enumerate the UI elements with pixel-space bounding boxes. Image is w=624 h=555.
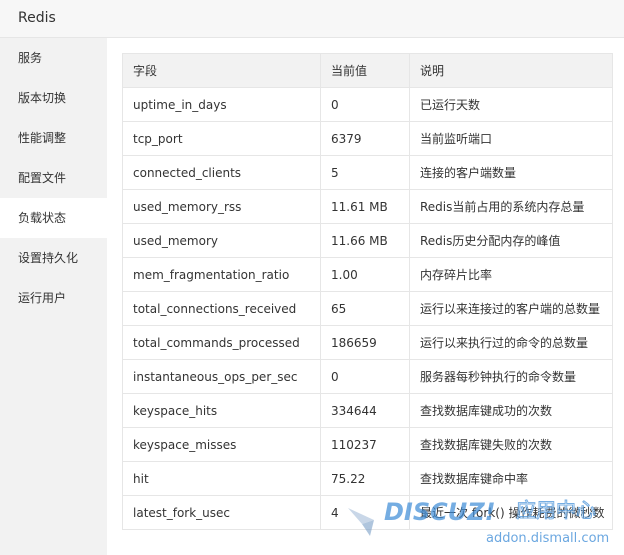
sidebar-item-service[interactable]: 服务 xyxy=(0,38,107,78)
window-titlebar: Redis xyxy=(0,0,624,38)
cell-field: uptime_in_days xyxy=(122,87,321,122)
cell-value: 334644 xyxy=(320,393,410,428)
cell-description: 最近一次 fork() 操作耗费的微秒数 xyxy=(409,495,613,530)
cell-value: 11.66 MB xyxy=(320,223,410,258)
table-row: used_memory 11.66 MB Redis历史分配内存的峰值 xyxy=(122,223,613,258)
cell-value: 5 xyxy=(320,155,410,190)
cell-field: instantaneous_ops_per_sec xyxy=(122,359,321,394)
table-row: total_commands_processed 186659 运行以来执行过的命令… xyxy=(122,325,613,360)
cell-description: Redis历史分配内存的峰值 xyxy=(409,223,613,258)
table-row: keyspace_misses 110237 查找数据库键失败的次数 xyxy=(122,427,613,462)
cell-description: Redis当前占用的系统内存总量 xyxy=(409,189,613,224)
sidebar: 服务 版本切换 性能调整 配置文件 负载状态 设置持久化 运行用户 xyxy=(0,38,107,555)
cell-description: 内存碎片比率 xyxy=(409,257,613,292)
cell-description: 运行以来连接过的客户端的总数量 xyxy=(409,291,613,326)
sidebar-item-version-switch[interactable]: 版本切换 xyxy=(0,78,107,118)
cell-field: total_commands_processed xyxy=(122,325,321,360)
sidebar-item-persistence[interactable]: 设置持久化 xyxy=(0,238,107,278)
cell-field: used_memory_rss xyxy=(122,189,321,224)
cell-value: 0 xyxy=(320,359,410,394)
cell-field: used_memory xyxy=(122,223,321,258)
table-row: mem_fragmentation_ratio 1.00 内存碎片比率 xyxy=(122,257,613,292)
cell-description: 服务器每秒钟执行的命令数量 xyxy=(409,359,613,394)
sidebar-item-run-user[interactable]: 运行用户 xyxy=(0,278,107,318)
cell-value: 110237 xyxy=(320,427,410,462)
cell-description: 连接的客户端数量 xyxy=(409,155,613,190)
cell-field: tcp_port xyxy=(122,121,321,156)
table-row: tcp_port 6379 当前监听端口 xyxy=(122,121,613,156)
cell-value: 186659 xyxy=(320,325,410,360)
status-table: 字段 当前值 说明 uptime_in_days 0 已运行天数 tcp_port 63… xyxy=(122,53,613,530)
table-row: keyspace_hits 334644 查找数据库键成功的次数 xyxy=(122,393,613,428)
cell-field: mem_fragmentation_ratio xyxy=(122,257,321,292)
app-title: Redis xyxy=(18,10,56,26)
sidebar-item-config-file[interactable]: 配置文件 xyxy=(0,158,107,198)
cell-value: 75.22 xyxy=(320,461,410,496)
column-header-description: 说明 xyxy=(409,53,613,88)
table-row: instantaneous_ops_per_sec 0 服务器每秒钟执行的命令数量 xyxy=(122,359,613,394)
cell-description: 已运行天数 xyxy=(409,87,613,122)
cell-description: 运行以来执行过的命令的总数量 xyxy=(409,325,613,360)
cell-field: latest_fork_usec xyxy=(122,495,321,530)
table-row: hit 75.22 查找数据库键命中率 xyxy=(122,461,613,496)
table-row: latest_fork_usec 4 最近一次 fork() 操作耗费的微秒数 xyxy=(122,495,613,530)
cell-field: connected_clients xyxy=(122,155,321,190)
cell-value: 65 xyxy=(320,291,410,326)
cell-description: 查找数据库键失败的次数 xyxy=(409,427,613,462)
cell-value: 6379 xyxy=(320,121,410,156)
cell-description: 当前监听端口 xyxy=(409,121,613,156)
cell-value: 4 xyxy=(320,495,410,530)
column-header-field: 字段 xyxy=(122,53,321,88)
sidebar-item-load-status[interactable]: 负载状态 xyxy=(0,198,107,238)
cell-field: hit xyxy=(122,461,321,496)
cell-value: 11.61 MB xyxy=(320,189,410,224)
cell-field: keyspace_misses xyxy=(122,427,321,462)
table-header-row: 字段 当前值 说明 xyxy=(122,53,613,88)
table-row: uptime_in_days 0 已运行天数 xyxy=(122,87,613,122)
cell-value: 1.00 xyxy=(320,257,410,292)
table-row: connected_clients 5 连接的客户端数量 xyxy=(122,155,613,190)
column-header-value: 当前值 xyxy=(320,53,410,88)
cell-description: 查找数据库键命中率 xyxy=(409,461,613,496)
cell-field: total_connections_received xyxy=(122,291,321,326)
cell-description: 查找数据库键成功的次数 xyxy=(409,393,613,428)
cell-value: 0 xyxy=(320,87,410,122)
table-row: used_memory_rss 11.61 MB Redis当前占用的系统内存总量 xyxy=(122,189,613,224)
sidebar-item-performance[interactable]: 性能调整 xyxy=(0,118,107,158)
table-row: total_connections_received 65 运行以来连接过的客户端的… xyxy=(122,291,613,326)
main-content: 字段 当前值 说明 uptime_in_days 0 已运行天数 tcp_port 63… xyxy=(107,38,624,555)
cell-field: keyspace_hits xyxy=(122,393,321,428)
